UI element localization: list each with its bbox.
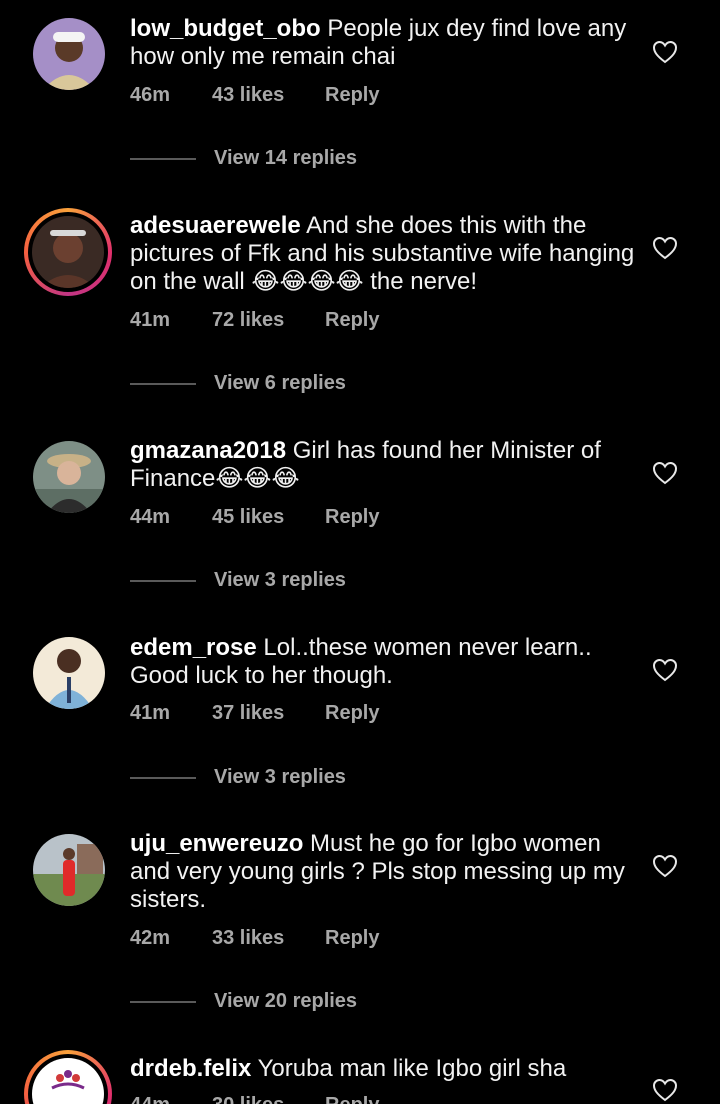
comment-time: 42m (130, 927, 171, 949)
comment-meta: 41m 37 likes Reply (130, 702, 379, 725)
avatar[interactable] (33, 441, 105, 513)
comment-text: low_budget_obo People jux dey find love … (130, 15, 640, 71)
story-ring (28, 1054, 108, 1104)
comment-time: 46m (130, 84, 171, 106)
comment-likes[interactable]: 30 likes (212, 1094, 325, 1104)
comment-likes[interactable]: 45 likes (212, 506, 325, 529)
reply-button[interactable]: Reply (325, 309, 379, 332)
comment-text: gmazana2018 Girl has found her Minister … (130, 437, 640, 493)
comment-text: drdeb.felix Yoruba man like Igbo girl sh… (130, 1055, 640, 1083)
comment-username[interactable]: gmazana2018 (130, 437, 286, 464)
reply-button[interactable]: Reply (325, 1094, 379, 1104)
avatar-image (33, 18, 105, 90)
avatar-image (33, 441, 105, 513)
heart-outline-icon[interactable] (652, 40, 678, 64)
comment-meta: 44m 30 likes Reply (130, 1094, 379, 1104)
reply-button[interactable]: Reply (325, 702, 379, 725)
view-replies[interactable]: View 3 replies (130, 766, 346, 789)
avatar[interactable] (33, 637, 105, 709)
replies-divider (130, 382, 196, 385)
reply-button[interactable]: Reply (325, 927, 379, 950)
view-replies[interactable]: View 14 replies (130, 147, 357, 170)
heart-outline-icon[interactable] (652, 658, 678, 682)
comment-meta: 41m 72 likes Reply (130, 309, 379, 332)
comment-username[interactable]: adesuaerewele (130, 212, 301, 239)
replies-divider (130, 776, 196, 779)
replies-divider (130, 157, 196, 160)
avatar-image (32, 1058, 104, 1104)
comment-likes[interactable]: 37 likes (212, 702, 325, 725)
heart-outline-icon[interactable] (652, 854, 678, 878)
comments-feed: low_budget_obo People jux dey find love … (0, 0, 720, 1104)
view-replies-label[interactable]: View 6 replies (214, 372, 346, 395)
avatar-image (33, 834, 105, 906)
comment-username[interactable]: uju_enwereuzo (130, 830, 303, 857)
avatar[interactable] (33, 834, 105, 906)
view-replies[interactable]: View 3 replies (130, 569, 346, 592)
avatar[interactable] (33, 18, 105, 90)
comment-meta: 44m 45 likes Reply (130, 506, 379, 529)
reply-button[interactable]: Reply (325, 506, 379, 529)
comment-likes[interactable]: 72 likes (212, 309, 325, 332)
avatar-image (33, 637, 105, 709)
comment-text: uju_enwereuzo Must he go for Igbo women … (130, 830, 640, 914)
comment-username[interactable]: low_budget_obo (130, 15, 321, 42)
story-ring (28, 212, 108, 292)
view-replies-label[interactable]: View 3 replies (214, 569, 346, 592)
comment-time: 44m (130, 1094, 212, 1104)
avatar-image (32, 216, 104, 288)
heart-outline-icon[interactable] (652, 236, 678, 260)
heart-outline-icon[interactable] (652, 1078, 678, 1102)
view-replies-label[interactable]: View 3 replies (214, 766, 346, 789)
view-replies-label[interactable]: View 14 replies (214, 147, 357, 170)
view-replies[interactable]: View 6 replies (130, 372, 346, 395)
avatar[interactable] (24, 208, 112, 296)
replies-divider (130, 1000, 196, 1003)
comment-time: 44m (130, 506, 171, 528)
comment-username[interactable]: drdeb.felix (130, 1055, 251, 1082)
reply-button[interactable]: Reply (325, 84, 379, 107)
heart-outline-icon[interactable] (652, 461, 678, 485)
avatar[interactable] (24, 1050, 112, 1104)
view-replies-label[interactable]: View 20 replies (214, 990, 357, 1013)
replies-divider (130, 579, 196, 582)
comment-time: 41m (130, 309, 171, 331)
view-replies[interactable]: View 20 replies (130, 990, 357, 1013)
comment-body: Yoruba man like Igbo girl sha (257, 1055, 567, 1082)
comment-likes[interactable]: 43 likes (212, 84, 325, 107)
comment-text: adesuaerewele And she does this with the… (130, 212, 640, 296)
comment-likes[interactable]: 33 likes (212, 927, 325, 950)
comment-meta: 46m 43 likes Reply (130, 84, 379, 107)
comment-username[interactable]: edem_rose (130, 634, 257, 661)
comment-text: edem_rose Lol..these women never learn..… (130, 634, 640, 690)
comment-meta: 42m 33 likes Reply (130, 927, 379, 950)
comment-time: 41m (130, 702, 171, 724)
